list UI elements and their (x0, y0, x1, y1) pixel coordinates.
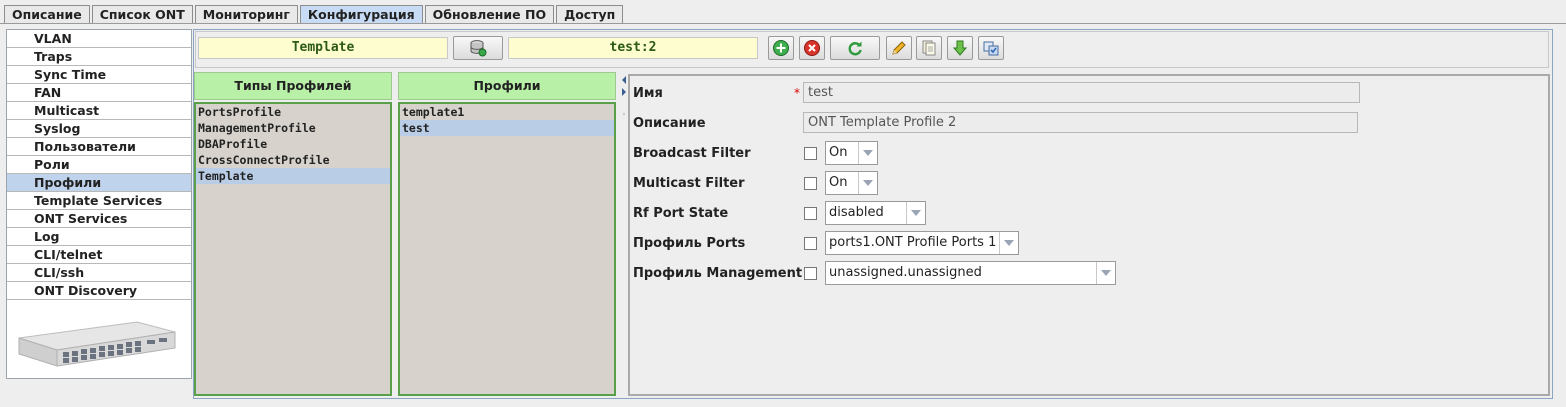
delete-profile-button[interactable] (799, 36, 825, 60)
rf-port-state-select[interactable]: disabled (825, 201, 926, 225)
broadcast-filter-select[interactable]: On (825, 141, 878, 165)
profiles-list: template1 test (398, 102, 616, 396)
sidebar-item[interactable]: Syslog (7, 120, 191, 138)
chevron-down-icon (1096, 262, 1115, 284)
database-refresh-icon (470, 40, 487, 57)
multicast-filter-select[interactable]: On (825, 171, 878, 195)
rf-port-state-value: disabled (829, 205, 884, 220)
download-icon (952, 40, 968, 56)
sidebar-item[interactable]: ONT Services (7, 210, 191, 228)
list-item[interactable]: Template (196, 168, 390, 184)
sidebar-item[interactable]: FAN (7, 84, 191, 102)
add-icon (773, 40, 789, 56)
copy-button[interactable] (916, 36, 942, 60)
list-item[interactable]: PortsProfile (196, 104, 390, 120)
chevron-down-icon (858, 142, 877, 164)
profile-types-list: PortsProfile ManagementProfile DBAProfile C… (194, 102, 392, 396)
tab-3[interactable]: Конфигурация (299, 5, 423, 24)
sidebar-item[interactable]: Template Services (7, 192, 191, 210)
management-profile-checkbox[interactable] (804, 267, 817, 280)
sidebar-item[interactable]: Sync Time (7, 66, 191, 84)
list-item[interactable]: template1 (400, 104, 614, 120)
tab-5[interactable]: Доступ (556, 5, 624, 24)
name-label: Имя (633, 86, 663, 101)
description-field[interactable]: ONT Template Profile 2 (803, 112, 1358, 133)
tab-0[interactable]: Описание (4, 5, 90, 24)
sidebar-nav: VLAN Traps Sync Time FAN Multicast Syslog Поль… (6, 29, 192, 379)
multicast-filter-checkbox[interactable] (804, 177, 817, 190)
chevron-down-icon (999, 232, 1018, 254)
sidebar-item[interactable]: Роли (7, 156, 191, 174)
list-item[interactable]: DBAProfile (196, 136, 390, 152)
management-profile-label: Профиль Management (633, 266, 803, 281)
management-profile-value: unassigned.unassigned (829, 265, 982, 280)
broadcast-filter-value: On (829, 145, 848, 160)
apply-button[interactable] (978, 36, 1004, 60)
profiles-header: Профили (398, 72, 616, 100)
list-item[interactable]: CrossConnectProfile (196, 152, 390, 168)
profile-types-header: Типы Профилей (194, 72, 392, 100)
ports-profile-checkbox[interactable] (804, 237, 817, 250)
broadcast-filter-label: Broadcast Filter (633, 146, 751, 161)
multicast-filter-value: On (829, 175, 848, 190)
sidebar-item[interactable]: CLI/ssh (7, 264, 191, 282)
sidebar-item[interactable]: Log (7, 228, 191, 246)
required-marker: * (794, 86, 800, 100)
tab-4[interactable]: Обновление ПО (424, 5, 555, 24)
ports-profile-value: ports1.ONT Profile Ports 1 (829, 235, 997, 250)
edit-button[interactable] (886, 36, 912, 60)
ports-profile-select[interactable]: ports1.ONT Profile Ports 1 (825, 231, 1019, 255)
main-tabbar: Описание Список ONT Мониторинг Конфигурация… (4, 5, 625, 24)
broadcast-filter-checkbox[interactable] (804, 147, 817, 160)
database-refresh-button[interactable] (453, 36, 503, 60)
download-button[interactable] (947, 36, 973, 60)
sidebar-item[interactable]: ONT Discovery (7, 282, 191, 300)
profile-type-field: Template (198, 37, 448, 59)
tabbar-divider (0, 23, 1566, 24)
olt-device-image (18, 321, 176, 367)
ports-profile-label: Профиль Ports (633, 236, 746, 251)
description-label: Описание (633, 116, 706, 131)
multicast-filter-label: Multicast Filter (633, 176, 745, 191)
name-field[interactable]: test (803, 82, 1360, 103)
copy-icon (922, 40, 936, 56)
sidebar-item[interactable]: VLAN (7, 30, 191, 48)
chevron-down-icon (906, 202, 925, 224)
apply-icon (983, 41, 999, 56)
refresh-button[interactable] (830, 36, 880, 60)
management-profile-select[interactable]: unassigned.unassigned (825, 261, 1116, 285)
delete-icon (804, 40, 820, 56)
collapse-left-icon (622, 76, 626, 84)
rf-port-state-checkbox[interactable] (804, 207, 817, 220)
tab-2[interactable]: Мониторинг (194, 5, 298, 24)
sidebar-item[interactable]: CLI/telnet (7, 246, 191, 264)
expand-right-icon (622, 88, 626, 96)
list-item[interactable]: ManagementProfile (196, 120, 390, 136)
chevron-down-icon (858, 172, 877, 194)
sidebar-item[interactable]: Multicast (7, 102, 191, 120)
sidebar-item[interactable]: Профили (7, 174, 191, 192)
splitter-handle[interactable] (620, 74, 628, 396)
sidebar-item[interactable]: Traps (7, 48, 191, 66)
sidebar-item[interactable]: Пользователи (7, 138, 191, 156)
add-profile-button[interactable] (768, 36, 794, 60)
list-item[interactable]: test (400, 120, 614, 136)
profile-name-field: test:2 (508, 37, 758, 59)
rf-port-state-label: Rf Port State (633, 206, 729, 221)
tab-1[interactable]: Список ONT (91, 5, 193, 24)
refresh-icon (848, 41, 862, 56)
edit-icon (892, 41, 906, 55)
